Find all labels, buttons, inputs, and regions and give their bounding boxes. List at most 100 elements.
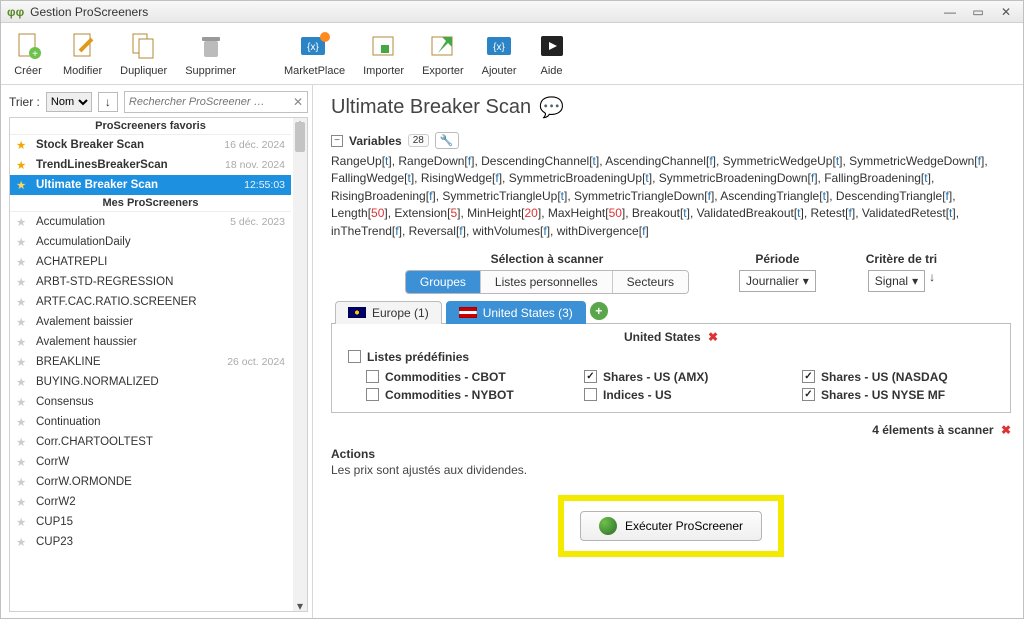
checkbox-icon [366,370,379,383]
list-item[interactable]: ★ Corr.CHARTOOLTEST [10,432,291,452]
list-item[interactable]: ★Avalement haussier [10,332,291,352]
main-toolbar: + Créer Modifier Dupliquer Supprimer {x}… [1,23,1023,85]
list-checkbox[interactable]: Commodities - NYBOT [366,388,564,402]
list-item[interactable]: ★Accumulation5 déc. 2023 [10,212,291,232]
list-item[interactable]: ★CorrW2 [10,492,291,512]
clear-search-icon[interactable]: ✕ [293,95,303,109]
star-icon[interactable]: ★ [16,315,30,329]
toolbar-duplicate[interactable]: Dupliquer [120,25,167,77]
toolbar-delete[interactable]: Supprimer [185,25,236,77]
variables-label: Variables [349,134,402,148]
list-item[interactable]: ★Continuation [10,412,291,432]
list-item-name: CorrW [36,456,285,468]
list-item[interactable]: ★BREAKLINE26 oct. 2024 [10,352,291,372]
seg-groupes[interactable]: Groupes [406,271,480,293]
maximize-button[interactable]: ▭ [967,4,989,20]
region-tabs: Europe (1) United States (3) + [331,300,1011,324]
toolbar-modify[interactable]: Modifier [63,25,102,77]
toolbar-import[interactable]: Importer [363,25,404,77]
star-icon[interactable]: ★ [16,215,30,229]
seg-listes[interactable]: Listes personnelles [480,271,612,293]
star-icon[interactable]: ★ [16,235,30,249]
list-item[interactable]: ★CorrW.ORMONDE [10,472,291,492]
star-icon[interactable]: ★ [16,178,30,192]
toolbar-help[interactable]: Aide [535,25,569,77]
comment-icon[interactable]: 💬 [539,95,564,120]
toolbar-marketplace[interactable]: {x} MarketPlace [284,25,345,77]
list-item[interactable]: ★TrendLinesBreakerScan18 nov. 2024 [10,155,291,175]
star-icon[interactable]: ★ [16,395,30,409]
star-icon[interactable]: ★ [16,295,30,309]
star-icon[interactable]: ★ [16,455,30,469]
list-item[interactable]: ★Avalement baissier [10,312,291,332]
list-item-name: Ultimate Breaker Scan [36,179,238,191]
list-item[interactable]: ★ ARTF.CAC.RATIO.SCREENER [10,292,291,312]
scroll-thumb[interactable] [295,122,305,152]
star-icon[interactable]: ★ [16,535,30,549]
search-input-wrap[interactable]: ✕ [124,91,308,113]
add-tab-button[interactable]: + [590,302,608,320]
close-button[interactable]: ✕ [995,4,1017,20]
sort-label: Trier : [9,95,40,109]
list-item-date: 18 nov. 2024 [225,159,285,171]
execute-proscreener-button[interactable]: Exécuter ProScreener [580,511,762,541]
star-icon[interactable]: ★ [16,158,30,172]
scroll-down-icon[interactable]: ▾ [293,599,307,612]
list-item[interactable]: ★CUP15 [10,512,291,532]
clear-selection-icon[interactable]: ✖ [1001,423,1011,437]
settings-icon[interactable]: 🔧 [435,132,459,149]
star-icon[interactable]: ★ [16,415,30,429]
svg-text:{x}: {x} [307,42,319,53]
list-checkbox[interactable]: Shares - US (AMX) [584,370,782,384]
star-icon[interactable]: ★ [16,335,30,349]
list-checkbox[interactable]: Shares - US NYSE MF [802,388,1000,402]
list-item[interactable]: ★ACHATREPLI [10,252,291,272]
star-icon[interactable]: ★ [16,275,30,289]
tab-europe[interactable]: Europe (1) [335,301,442,324]
toolbar-create[interactable]: + Créer [11,25,45,77]
star-icon[interactable]: ★ [16,475,30,489]
selection-segmented: Groupes Listes personnelles Secteurs [405,270,689,294]
search-input[interactable] [129,96,293,108]
list-item-name: Corr.CHARTOOLTEST [36,436,285,448]
list-item-name: BUYING.NORMALIZED [36,376,285,388]
sort-direction-button[interactable]: ↓ [98,92,118,112]
toolbar-add[interactable]: {x} Ajouter [482,25,517,77]
minimize-button[interactable]: — [939,4,961,20]
star-icon[interactable]: ★ [16,355,30,369]
star-icon[interactable]: ★ [16,495,30,509]
list-checkbox[interactable]: Shares - US (NASDAQ [802,370,1000,384]
scrollbar[interactable]: ▴ ▾ [293,118,307,611]
checkbox-icon [802,388,815,401]
period-dropdown[interactable]: Journalier▾ [739,270,816,292]
list-item[interactable]: ★ BUYING.NORMALIZED [10,372,291,392]
period-label: Période [739,252,816,266]
list-item[interactable]: ★Stock Breaker Scan16 déc. 2024 [10,135,291,155]
list-item[interactable]: ★ Consensus [10,392,291,412]
list-item-name: ARTF.CAC.RATIO.SCREENER [36,296,285,308]
star-icon[interactable]: ★ [16,435,30,449]
star-icon[interactable]: ★ [16,255,30,269]
star-icon[interactable]: ★ [16,138,30,152]
list-item[interactable]: ★ CorrW [10,452,291,472]
list-item[interactable]: ★ARBT-STD-REGRESSION [10,272,291,292]
sort-select[interactable]: Nom [46,92,92,112]
toolbar-export[interactable]: Exporter [422,25,464,77]
list-item[interactable]: ★Ultimate Breaker Scan12:55:03 [10,175,291,195]
list-section-header: Mes ProScreeners [10,195,291,212]
list-item[interactable]: ★CUP23 [10,532,291,552]
collapse-variables-button[interactable]: − [331,135,343,147]
checkbox-icon [366,388,379,401]
criteria-dropdown[interactable]: Signal▾ [868,270,925,292]
tab-united-states[interactable]: United States (3) [446,301,586,324]
criteria-direction-button[interactable]: ↓ [929,270,935,292]
star-icon[interactable]: ★ [16,375,30,389]
seg-secteurs[interactable]: Secteurs [612,271,688,293]
list-checkbox[interactable]: Indices - US [584,388,782,402]
list-item-name: Consensus [36,396,285,408]
predefined-lists-toggle[interactable]: Listes prédéfinies [348,350,1000,364]
star-icon[interactable]: ★ [16,515,30,529]
remove-region-icon[interactable]: ✖ [708,330,718,344]
list-item[interactable]: ★AccumulationDaily [10,232,291,252]
list-checkbox[interactable]: Commodities - CBOT [366,370,564,384]
